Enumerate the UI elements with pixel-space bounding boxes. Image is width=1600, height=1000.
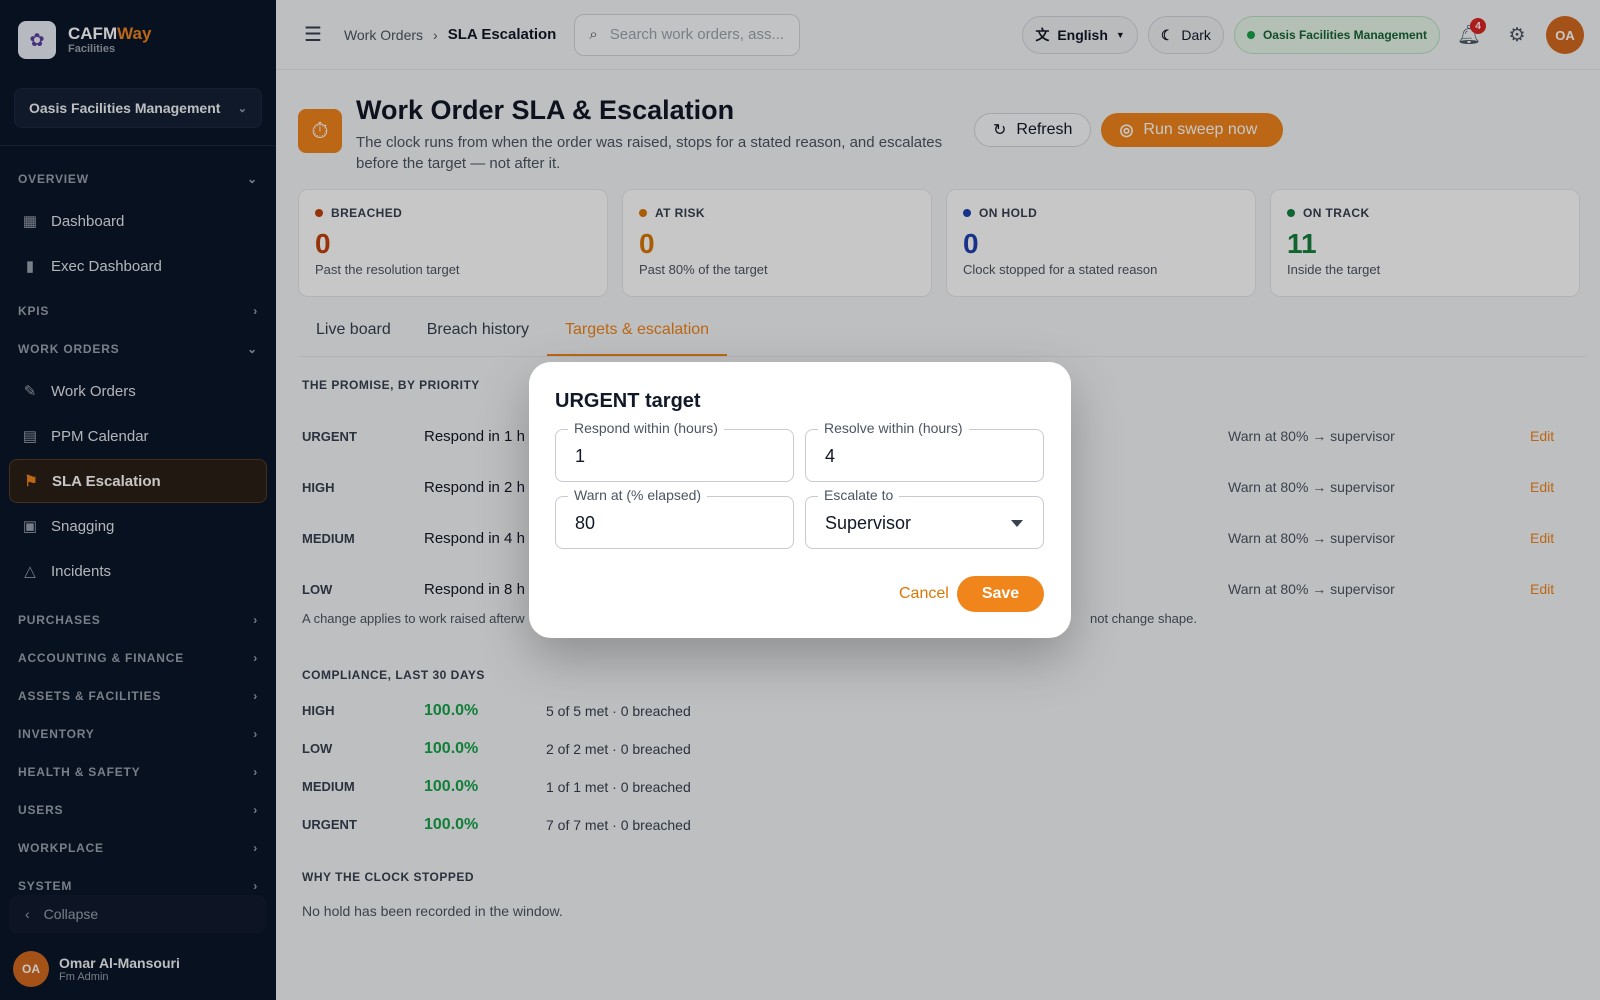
caret-down-icon	[1011, 520, 1023, 527]
field-label: Resolve within (hours)	[818, 420, 969, 436]
field-label: Escalate to	[818, 487, 900, 503]
warn-at-field[interactable]: Warn at (% elapsed) 80	[555, 487, 794, 549]
escalate-to-select[interactable]: Escalate to Supervisor	[805, 487, 1044, 549]
field-label: Respond within (hours)	[568, 420, 724, 436]
field-value: 80	[575, 513, 596, 533]
dialog-title: URGENT target	[555, 390, 701, 412]
resolve-within-field[interactable]: Resolve within (hours) 4	[805, 420, 1044, 482]
edit-target-dialog: URGENT target Respond within (hours) 1 R…	[529, 362, 1071, 638]
cancel-button[interactable]: Cancel	[887, 576, 961, 612]
field-label: Warn at (% elapsed)	[568, 487, 708, 503]
respond-within-field[interactable]: Respond within (hours) 1	[555, 420, 794, 482]
field-value: 4	[825, 446, 836, 466]
field-value: 1	[575, 446, 586, 466]
field-value: Supervisor	[825, 513, 912, 533]
save-button[interactable]: Save	[957, 576, 1044, 612]
